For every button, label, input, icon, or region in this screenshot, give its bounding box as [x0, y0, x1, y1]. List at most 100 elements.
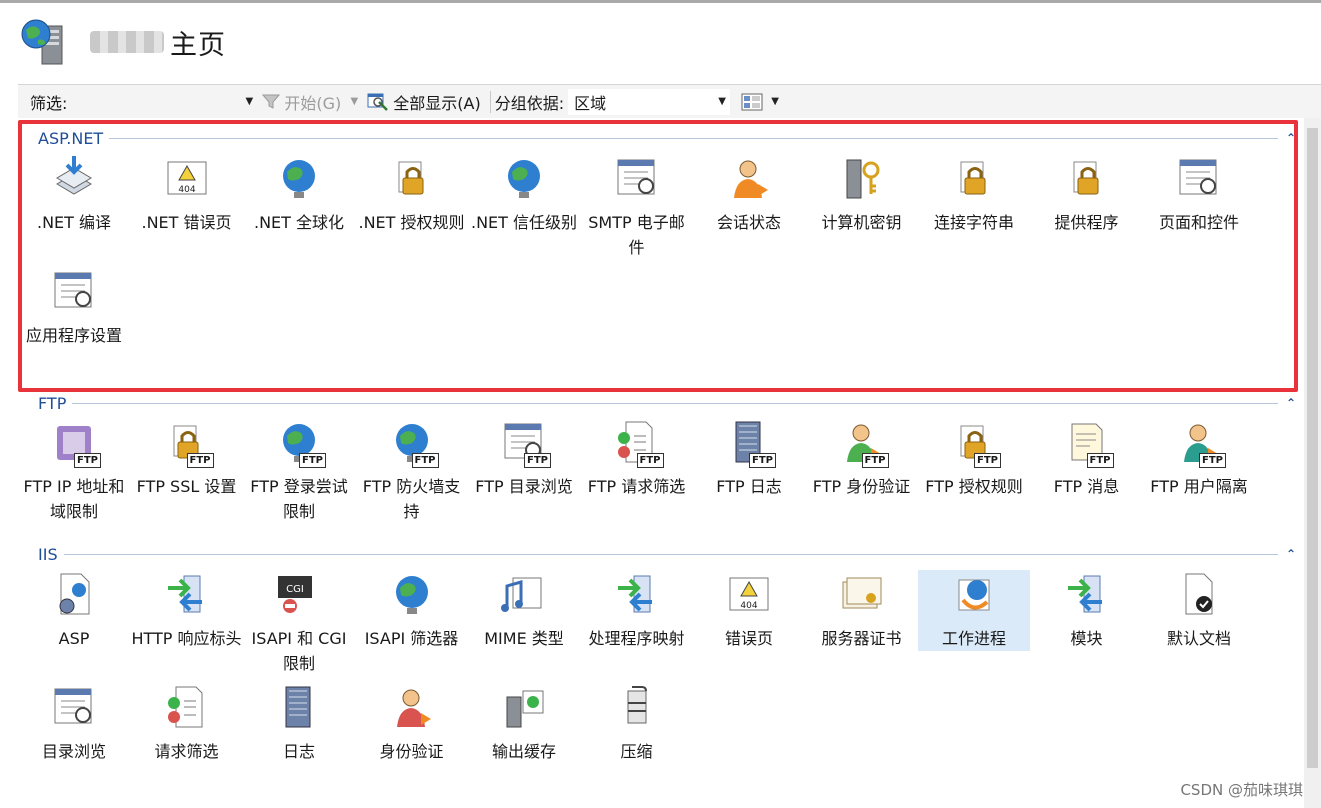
feature-item[interactable]: 404 .NET 错误页 [131, 154, 243, 235]
section-header-iis[interactable]: IIS ⌃ [18, 543, 1304, 565]
feature-label: FTP 身份验证 [812, 477, 911, 496]
feature-item[interactable]: 服务器证书 [806, 570, 918, 651]
section-divider [72, 402, 1278, 404]
window-top-border [0, 0, 1321, 3]
feature-item[interactable]: ASP [18, 570, 130, 651]
feature-item[interactable]: FTP FTP 日志 [693, 418, 805, 499]
feature-label: FTP 请求筛选 [587, 477, 686, 496]
feature-label: 输出缓存 [491, 742, 556, 761]
request-filtering-icon [162, 683, 212, 733]
show-all-button[interactable]: 全部显示(A) [362, 89, 485, 115]
connection-string-icon [949, 154, 999, 204]
pages-controls-icon [1174, 154, 1224, 204]
start-dropdown-arrow-icon[interactable]: ▼ [346, 96, 362, 107]
collapse-chevron-up-icon[interactable]: ⌃ [1278, 396, 1304, 410]
lock-document-icon [387, 154, 437, 204]
feature-item[interactable]: 日志 [243, 683, 355, 764]
feature-item[interactable]: 模块 [1031, 570, 1143, 651]
feature-item[interactable]: FTP FTP 防火墙支持 [356, 418, 468, 524]
feature-item[interactable]: FTP FTP 用户隔离 [1143, 418, 1255, 499]
isapi-cgi-icon: CGI [274, 570, 324, 620]
scrollbar-thumb[interactable] [1307, 128, 1318, 768]
handler-mappings-icon [612, 570, 662, 620]
feature-label: FTP 消息 [1053, 477, 1120, 496]
trust-level-icon [499, 154, 549, 204]
feature-label: .NET 信任级别 [470, 213, 578, 232]
svg-text:CGI: CGI [286, 584, 304, 595]
asp-icon [49, 570, 99, 620]
view-mode-dropdown-arrow-icon: ▼ [771, 96, 779, 107]
feature-item[interactable]: 连接字符串 [918, 154, 1030, 235]
ftp-logon-attempt-icon: FTP [274, 418, 326, 468]
filter-label: 筛选: [30, 93, 68, 113]
logging-icon [274, 683, 324, 733]
start-filter-label: 开始(G) [284, 93, 342, 113]
feature-item[interactable]: .NET 信任级别 [468, 154, 580, 235]
feature-item[interactable]: 目录浏览 [18, 683, 130, 764]
ftp-badge-icon: FTP [974, 453, 1001, 468]
ftp-messages-icon: FTP [1062, 418, 1114, 468]
section-title: FTP [38, 393, 67, 413]
feature-item[interactable]: 处理程序映射 [581, 570, 693, 651]
feature-item[interactable]: 请求筛选 [131, 683, 243, 764]
feature-item[interactable]: 输出缓存 [468, 683, 580, 764]
feature-label: 日志 [282, 742, 315, 761]
feature-item[interactable]: 压缩 [581, 683, 693, 764]
feature-item[interactable]: CGI ISAPI 和 CGI 限制 [243, 570, 355, 676]
feature-item[interactable]: 默认文档 [1143, 570, 1255, 651]
start-filter-button[interactable]: 开始(G) [257, 89, 346, 115]
collapse-chevron-up-icon[interactable]: ⌃ [1278, 547, 1304, 561]
feature-item[interactable]: 身份验证 [356, 683, 468, 764]
feature-item[interactable]: .NET 全球化 [243, 154, 355, 235]
feature-item[interactable]: 会话状态 [693, 154, 805, 235]
section-header-asp-net[interactable]: ASP.NET ⌃ [18, 127, 1304, 149]
view-grid-icon [741, 93, 763, 110]
group-by-select[interactable]: 区域 ▼ [568, 88, 731, 115]
vertical-scrollbar[interactable] [1304, 118, 1321, 808]
feature-item[interactable]: FTP FTP SSL 设置 [131, 418, 243, 499]
feature-item[interactable]: SMTP 电子邮件 [581, 154, 693, 260]
feature-item[interactable]: HTTP 响应标头 [131, 570, 243, 651]
feature-item[interactable]: 工作进程 [918, 570, 1030, 651]
filter-dropdown-arrow-icon[interactable]: ▼ [241, 96, 257, 107]
feature-item[interactable]: FTP FTP 授权规则 [918, 418, 1030, 499]
server-globe-icon [18, 16, 70, 68]
feature-item[interactable]: FTP FTP 身份验证 [806, 418, 918, 499]
feature-item[interactable]: FTP FTP 目录浏览 [468, 418, 580, 499]
feature-item[interactable]: FTP FTP 消息 [1031, 418, 1143, 499]
feature-label: .NET 授权规则 [358, 213, 465, 232]
error-pages-icon: 404 [724, 570, 774, 620]
feature-item[interactable]: 计算机密钥 [806, 154, 918, 235]
feature-item[interactable]: 404 错误页 [693, 570, 805, 651]
compression-icon [612, 683, 662, 733]
feature-item[interactable]: 提供程序 [1031, 154, 1143, 235]
section-divider [63, 553, 1278, 555]
feature-label: ASP [58, 629, 90, 648]
server-certificates-icon [837, 570, 887, 620]
feature-item[interactable]: 应用程序设置 [18, 267, 130, 348]
view-mode-button[interactable]: ▼ [736, 89, 788, 115]
feature-item[interactable]: .NET 授权规则 [356, 154, 468, 235]
feature-item[interactable]: 页面和控件 [1143, 154, 1255, 235]
feature-item[interactable]: .NET 编译 [18, 154, 130, 235]
ftp-authorization-icon: FTP [949, 418, 1001, 468]
net-error-pages-icon: 404 [162, 154, 212, 204]
feature-item[interactable]: ISAPI 筛选器 [356, 570, 468, 651]
feature-item[interactable]: MIME 类型 [468, 570, 580, 651]
feature-item[interactable]: FTP FTP IP 地址和域限制 [18, 418, 130, 524]
filter-input[interactable] [71, 89, 242, 114]
feature-label: ISAPI 筛选器 [364, 629, 459, 648]
feature-item[interactable]: FTP FTP 请求筛选 [581, 418, 693, 499]
feature-label: FTP SSL 设置 [136, 477, 237, 496]
ftp-firewall-icon: FTP [387, 418, 439, 468]
section-header-ftp[interactable]: FTP ⌃ [18, 392, 1304, 414]
feature-item[interactable]: FTP FTP 登录尝试限制 [243, 418, 355, 524]
directory-browsing-icon [49, 683, 99, 733]
feature-label: 应用程序设置 [25, 326, 122, 345]
ftp-badge-icon: FTP [186, 453, 214, 468]
collapse-chevron-up-icon[interactable]: ⌃ [1278, 131, 1304, 145]
feature-label: .NET 编译 [36, 213, 112, 232]
feature-label: FTP 防火墙支持 [362, 477, 461, 521]
http-headers-icon [162, 570, 212, 620]
smtp-email-icon [612, 154, 662, 204]
